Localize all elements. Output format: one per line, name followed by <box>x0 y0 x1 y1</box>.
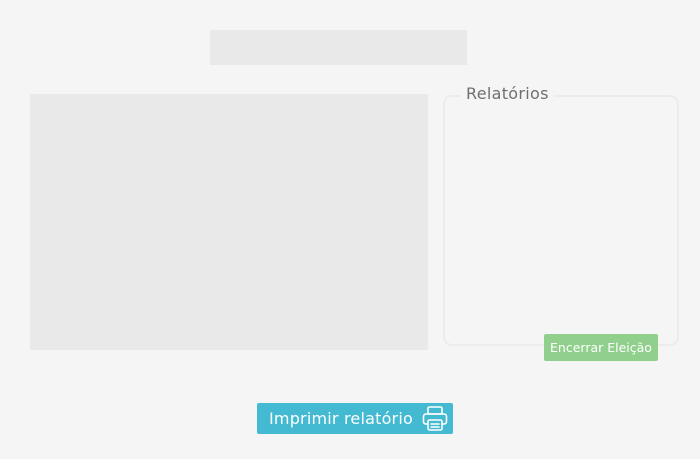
end-election-button[interactable]: Encerrar Eleição <box>544 334 658 361</box>
print-report-button[interactable]: Imprimir relatório <box>257 403 453 434</box>
reports-panel-title: Relatórios <box>461 84 554 104</box>
title-placeholder <box>210 30 467 65</box>
print-report-label: Imprimir relatório <box>269 409 413 428</box>
main-content-panel <box>30 94 428 350</box>
printer-icon <box>422 405 448 432</box>
reports-panel <box>443 95 679 346</box>
